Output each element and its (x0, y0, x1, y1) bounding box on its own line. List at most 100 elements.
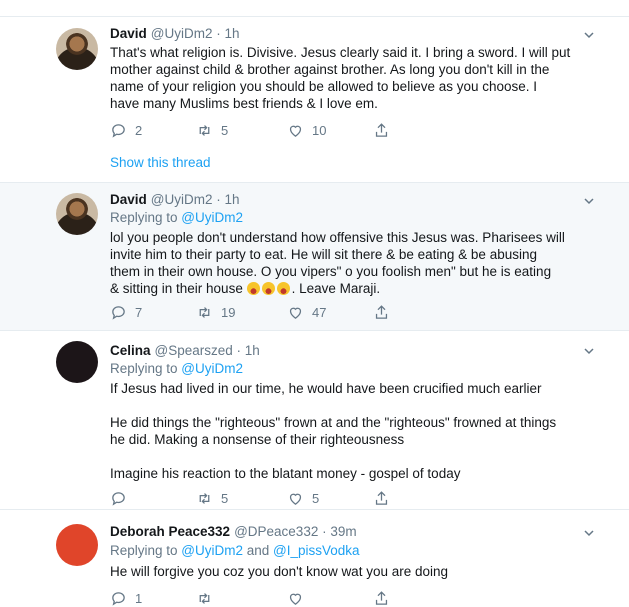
like-count: 5 (312, 491, 320, 506)
heart-icon (289, 593, 302, 605)
replying-to: Replying to @UyiDm2 (110, 210, 243, 225)
share-button[interactable] (373, 304, 390, 321)
tweet-text-line: He will forgive you coz you don't know w… (110, 564, 449, 579)
heart-icon (289, 307, 302, 319)
mention-link[interactable]: @UyiDm2 (181, 210, 243, 225)
tweet-item[interactable]: David @UyiDm2 · 1h Replying to @UyiDm2 lo… (0, 183, 629, 330)
tweet-text-line (110, 448, 556, 465)
reply-icon (112, 492, 125, 506)
share-icon (375, 491, 388, 505)
tweet-text-line: That's what religion is. Divisive. Jesus… (110, 45, 571, 60)
tweet-item[interactable]: David @UyiDm2 · 1h That's what religion i… (0, 17, 629, 182)
like-button[interactable]: 47 (287, 304, 326, 321)
tweet-header: Celina @Spearszed · 1h (110, 343, 260, 358)
tweet-feed: David @UyiDm2 · 1h That's what religion i… (0, 0, 629, 606)
author-handle[interactable]: @Spearszed · 1h (155, 343, 260, 358)
retweet-button[interactable]: 5 (196, 490, 228, 507)
like-button[interactable] (287, 590, 304, 607)
replying-to: Replying to @UyiDm2 and @I_pissVodka (110, 543, 360, 558)
replying-to-label: Replying to (110, 210, 182, 225)
reply-button[interactable]: 7 (110, 304, 142, 321)
author-name[interactable]: David (110, 26, 147, 41)
retweet-icon (199, 493, 210, 504)
share-icon (375, 591, 388, 605)
reply-count: 1 (135, 591, 143, 606)
tweet-text-line: If Jesus had lived in our time, he would… (110, 381, 542, 396)
avatar[interactable] (56, 193, 98, 235)
retweet-button[interactable]: 19 (196, 304, 235, 321)
like-button[interactable]: 10 (287, 122, 326, 139)
replying-to: Replying to @UyiDm2 (110, 361, 243, 376)
avatar[interactable] (56, 341, 98, 383)
face-with-tears-of-joy-icon (246, 282, 260, 295)
like-count: 10 (312, 123, 327, 138)
heart-icon (289, 493, 302, 505)
like-count: 47 (312, 305, 327, 320)
author-handle[interactable]: @UyiDm2 · 1h (151, 26, 240, 41)
heart-icon (289, 125, 302, 137)
author-name[interactable]: Celina (110, 343, 151, 358)
replying-to-label: Replying to (110, 543, 182, 558)
reply-count: 7 (135, 305, 143, 320)
reply-button[interactable]: 1 (110, 590, 142, 607)
share-icon (375, 305, 388, 319)
face-with-tears-of-joy-icon (276, 282, 290, 295)
replying-to-and: and (243, 543, 274, 558)
share-button[interactable] (373, 490, 390, 507)
tweet-text-line: name of your religion you should be allo… (110, 79, 538, 94)
tweet-text-line-last: & sitting in their house . Leave Maraji. (110, 280, 565, 297)
share-button[interactable] (373, 122, 390, 139)
tweet-text-line: Imagine his reaction to the blatant mone… (110, 466, 461, 481)
tweet-text-line: he did. Making a nonsense of their right… (110, 432, 405, 447)
tweet-text-line (110, 397, 556, 414)
mention-link[interactable]: @I_pissVodka (273, 543, 360, 558)
tweet-text-line: them in their own house. O you vipers" o… (110, 264, 552, 279)
reply-icon (112, 124, 125, 138)
avatar[interactable] (56, 524, 98, 566)
share-button[interactable] (373, 590, 390, 607)
author-handle[interactable]: @DPeace332 · 39m (234, 524, 357, 539)
chevron-down-icon[interactable] (583, 29, 595, 41)
tweet-text-line: lol you people don't understand how offe… (110, 230, 565, 245)
chevron-down-icon[interactable] (583, 527, 595, 539)
share-icon (375, 123, 388, 137)
tweet-item[interactable]: Celina @Spearszed · 1h Replying to @UyiDm… (0, 331, 629, 506)
show-thread-link[interactable]: Show this thread (110, 155, 211, 170)
tweet-text: If Jesus had lived in our time, he would… (110, 380, 556, 482)
avatar[interactable] (56, 28, 98, 70)
tweet-text-line: have many Muslims best friends & I love … (110, 96, 378, 111)
reply-icon (112, 592, 125, 606)
retweet-count: 5 (221, 123, 229, 138)
retweet-icon (199, 307, 210, 318)
tweet-text-fragment: & sitting in their house (110, 281, 243, 296)
like-button[interactable]: 5 (287, 490, 319, 507)
chevron-down-icon[interactable] (583, 195, 595, 207)
tweet-text: lol you people don't understand how offe… (110, 229, 565, 297)
tweet-text-line: He did things the "righteous" frown at a… (110, 415, 557, 430)
chevron-down-icon[interactable] (583, 345, 595, 357)
retweet-button[interactable] (196, 590, 213, 607)
author-handle[interactable]: @UyiDm2 · 1h (151, 192, 240, 207)
tweet-text-fragment: . Leave Maraji. (291, 281, 381, 296)
tweet-header: David @UyiDm2 · 1h (110, 26, 240, 41)
retweet-count: 5 (221, 491, 229, 506)
mention-link[interactable]: @UyiDm2 (181, 543, 243, 558)
reply-icon (112, 306, 125, 320)
mention-link[interactable]: @UyiDm2 (181, 361, 243, 376)
retweet-button[interactable]: 5 (196, 122, 228, 139)
tweet-text: He will forgive you coz you don't know w… (110, 563, 448, 580)
author-name[interactable]: Deborah Peace332 (110, 524, 230, 539)
tweet-header: Deborah Peace332 @DPeace332 · 39m (110, 524, 357, 539)
retweet-count: 19 (221, 305, 236, 320)
tweet-text-line: invite him to their party to eat. He wil… (110, 247, 537, 262)
reply-button[interactable]: 2 (110, 122, 142, 139)
author-name[interactable]: David (110, 192, 147, 207)
tweet-text-line: mother against child & brother against b… (110, 62, 550, 77)
face-with-tears-of-joy-icon (261, 282, 275, 295)
retweet-icon (199, 593, 210, 604)
tweet-item[interactable]: Deborah Peace332 @DPeace332 · 39m Replyin… (0, 510, 629, 606)
replying-to-label: Replying to (110, 361, 182, 376)
reply-button[interactable] (110, 490, 135, 507)
tweet-header: David @UyiDm2 · 1h (110, 192, 240, 207)
reply-count: 2 (135, 123, 143, 138)
